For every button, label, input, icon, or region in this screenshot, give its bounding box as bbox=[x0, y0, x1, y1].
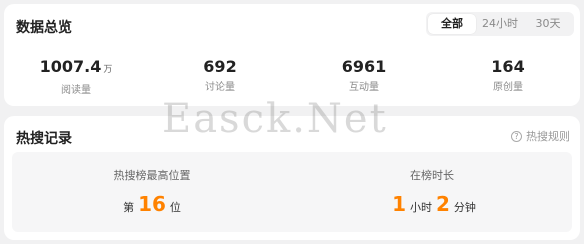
overview-card: 数据总览 全部 24小时 30天 1007.4 万 阅读量 692 讨论量 696… bbox=[4, 4, 580, 106]
hot-search-card: 热搜记录 ? 热搜规则 热搜榜最高位置 第 16 位 在榜时长 1 小时 2 分… bbox=[4, 116, 580, 240]
duration-hours: 1 bbox=[392, 192, 406, 216]
peak-suffix: 位 bbox=[169, 201, 181, 214]
stat-reads-number: 1007.4 bbox=[39, 57, 102, 76]
duration-minutes-unit: 分钟 bbox=[453, 201, 476, 214]
stat-discussions-label: 讨论量 bbox=[205, 82, 235, 93]
time-range-tabs: 全部 24小时 30天 bbox=[426, 12, 574, 36]
stat-interactions-label: 互动量 bbox=[349, 82, 379, 93]
stat-reads: 1007.4 万 阅读量 bbox=[4, 58, 148, 97]
tab-30d[interactable]: 30天 bbox=[524, 14, 572, 34]
tab-all[interactable]: 全部 bbox=[428, 14, 476, 34]
stat-reads-label: 阅读量 bbox=[61, 85, 91, 96]
stat-discussions: 692 讨论量 bbox=[148, 58, 292, 96]
stat-originals-label: 原创量 bbox=[493, 82, 523, 93]
stat-reads-value: 1007.4 万 bbox=[4, 58, 148, 79]
stat-reads-unit: 万 bbox=[103, 65, 113, 75]
time-on-list-label: 在榜时长 bbox=[410, 169, 454, 182]
hot-search-rules-label: 热搜规则 bbox=[526, 130, 570, 143]
tab-24h[interactable]: 24小时 bbox=[476, 14, 524, 34]
hot-search-rules-link[interactable]: ? 热搜规则 bbox=[511, 128, 570, 144]
duration-hours-unit: 小时 bbox=[410, 201, 432, 214]
hot-search-metrics: 热搜榜最高位置 第 16 位 在榜时长 1 小时 2 分钟 bbox=[12, 152, 572, 232]
peak-prefix: 第 bbox=[123, 201, 135, 214]
peak-position-label: 热搜榜最高位置 bbox=[113, 169, 191, 182]
stat-interactions-value: 6961 bbox=[341, 57, 387, 76]
time-on-list: 在榜时长 1 小时 2 分钟 bbox=[292, 152, 572, 232]
stat-originals: 164 原创量 bbox=[436, 58, 580, 96]
stats-row: 1007.4 万 阅读量 692 讨论量 6961 互动量 164 原创量 bbox=[4, 58, 580, 97]
duration-minutes: 2 bbox=[436, 192, 450, 216]
peak-position: 热搜榜最高位置 第 16 位 bbox=[12, 152, 292, 232]
help-icon: ? bbox=[511, 130, 522, 142]
stat-originals-value: 164 bbox=[491, 57, 525, 76]
stat-discussions-value: 692 bbox=[203, 57, 237, 76]
peak-position-value: 16 bbox=[138, 192, 166, 216]
stat-interactions: 6961 互动量 bbox=[292, 58, 436, 96]
overview-title: 数据总览 bbox=[16, 20, 72, 36]
hot-search-title: 热搜记录 bbox=[16, 131, 72, 147]
